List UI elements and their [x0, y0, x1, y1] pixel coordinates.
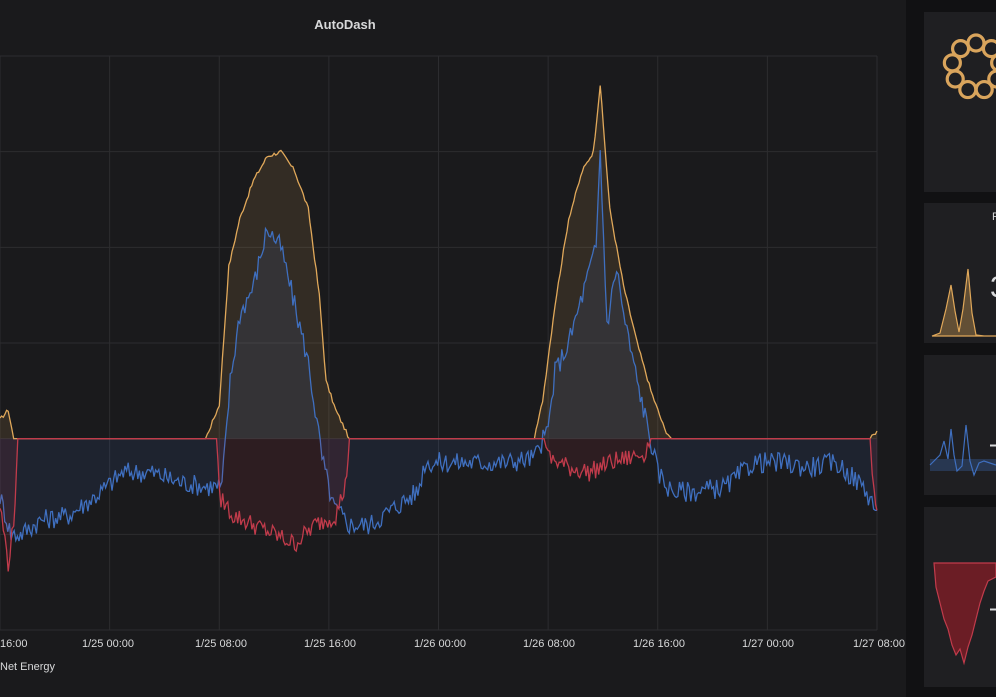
sparkline-solar: [931, 268, 996, 337]
x-tick-label: 1/27 00:00: [742, 638, 794, 650]
x-tick-label: 1/26 00:00: [414, 638, 466, 650]
logo-ring-link: [950, 39, 971, 59]
stat-value-solar: 3: [990, 271, 996, 305]
sun-logo-icon: [942, 33, 996, 100]
x-tick-label: 1/27 08:00: [853, 638, 905, 650]
chart-canvas: 16:00 1/25 00:00 1/25 08:00 1/25 16:00 1/26 …: [0, 55, 905, 650]
graph-panel: AutoDash 16:00 1/25 00:00 1/25 08:00 1/25 1…: [0, 0, 906, 697]
logo-ring-link: [945, 69, 965, 89]
x-tick-label: 16:00: [0, 638, 28, 650]
x-tick-label: 1/25 16:00: [304, 638, 356, 650]
stat-value-net: –: [990, 591, 996, 625]
logo-ring-link: [974, 79, 994, 100]
sparkline-net: [933, 562, 996, 666]
x-tick-label: 1/26 08:00: [523, 638, 575, 650]
logo-ring-link: [966, 33, 986, 53]
stat-panel-solar: P 3: [924, 203, 996, 343]
stat-panel-title: P: [992, 211, 996, 223]
x-tick-label: 1/25 08:00: [195, 638, 247, 650]
logo-panel: [924, 12, 996, 192]
x-tick-label: 1/26 16:00: [633, 638, 685, 650]
stat-panel-net: –: [924, 507, 996, 687]
logo-ring-link: [981, 39, 996, 59]
sparkline-consumption: [929, 424, 996, 477]
legend: Net Energy: [0, 661, 55, 673]
legend-item-net-energy[interactable]: Net Energy: [0, 661, 55, 673]
x-tick-label: 1/25 00:00: [82, 638, 134, 650]
stat-value-consumption: –: [990, 427, 996, 461]
logo-ring-link: [990, 53, 996, 72]
stat-panel-consumption: –: [924, 355, 996, 495]
